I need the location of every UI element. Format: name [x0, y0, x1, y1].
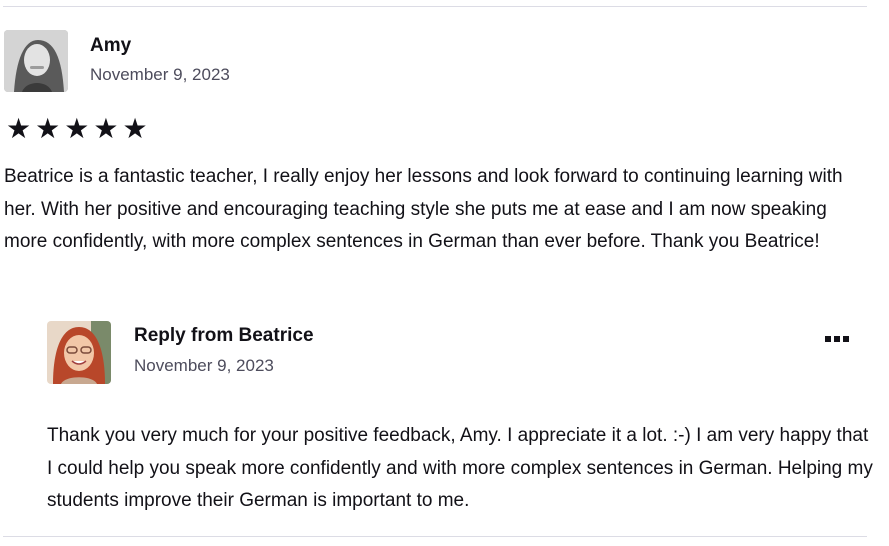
reviewer-name: Amy	[90, 35, 132, 56]
star-icon: ★	[93, 112, 119, 145]
more-options-button[interactable]	[818, 326, 856, 348]
reply-author: Reply from Beatrice	[134, 325, 314, 346]
review-date: November 9, 2023	[90, 65, 230, 84]
star-rating: ★ ★ ★ ★ ★	[6, 113, 148, 145]
tutor-avatar	[47, 321, 111, 384]
star-icon: ★	[6, 112, 32, 145]
reply-date: November 9, 2023	[134, 356, 274, 375]
star-icon: ★	[64, 112, 90, 145]
reviewer-avatar	[4, 30, 68, 92]
top-divider	[3, 6, 867, 7]
ellipsis-icon	[825, 330, 849, 345]
bottom-divider	[3, 536, 867, 537]
star-icon: ★	[35, 112, 61, 145]
reply-text: Thank you very much for your positive fe…	[47, 425, 873, 511]
star-icon: ★	[122, 112, 148, 145]
review-text: Beatrice is a fantastic teacher, I reall…	[4, 166, 843, 252]
